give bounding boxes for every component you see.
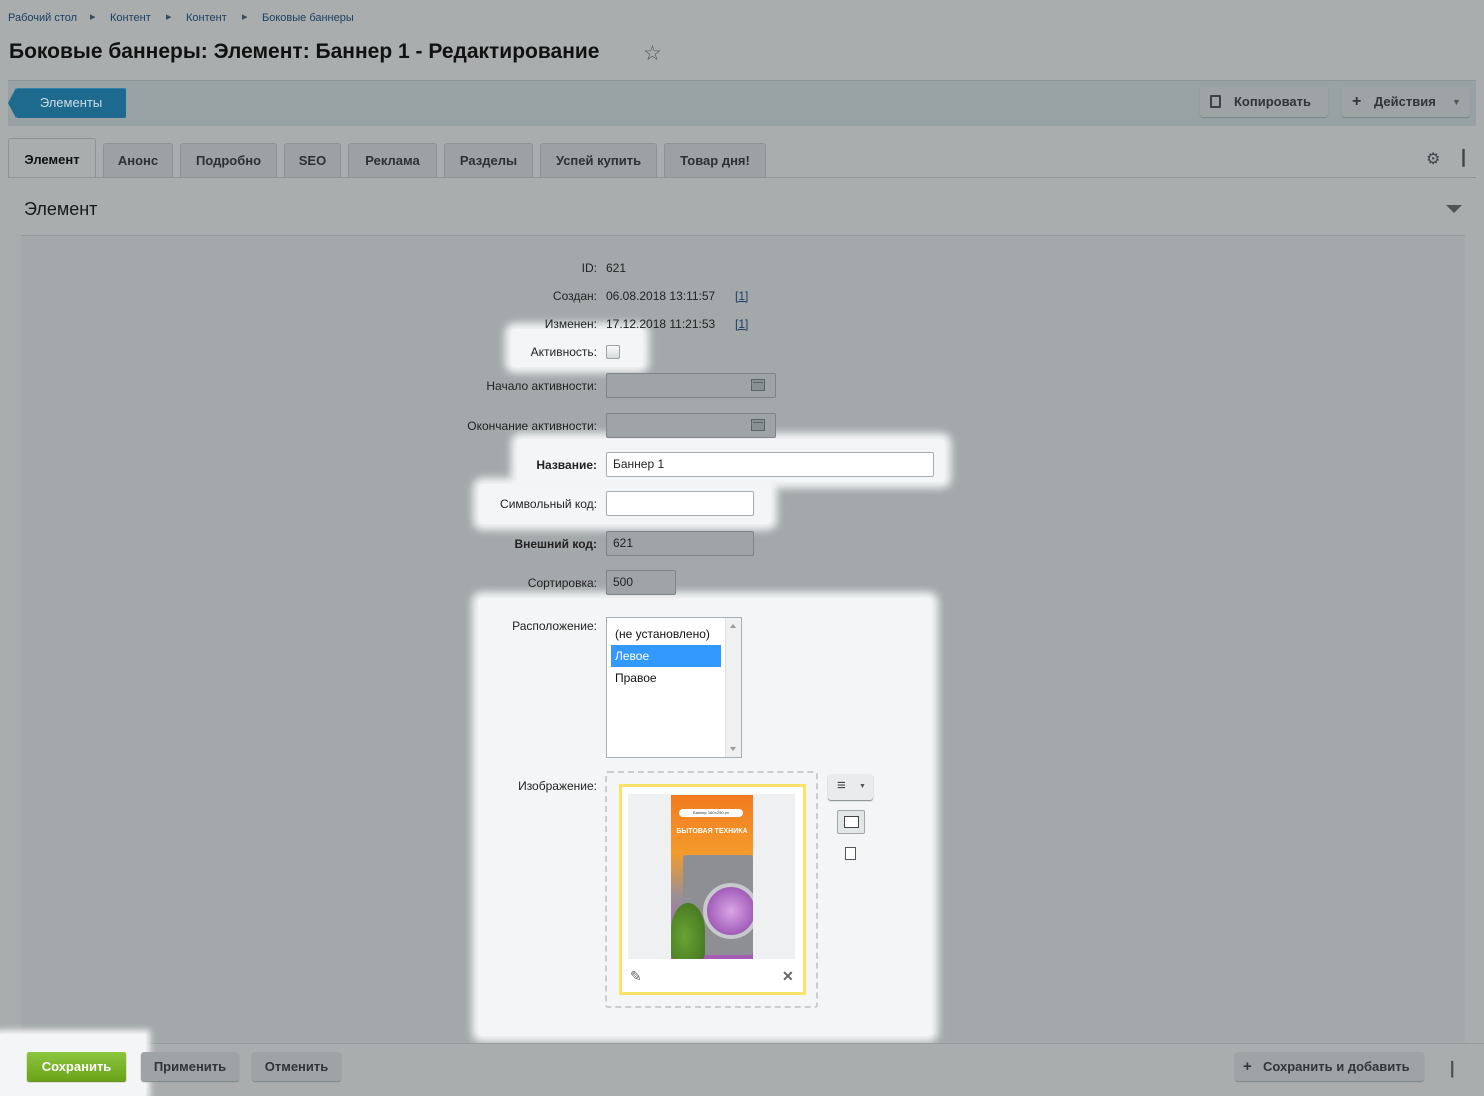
changed-user-link[interactable]: [1]: [735, 317, 748, 331]
banner-headline: БЫТОВАЯ ТЕХНИКА: [676, 828, 748, 835]
save-button[interactable]: Сохранить: [27, 1052, 126, 1081]
created-label: Создан:: [552, 289, 597, 303]
section-title: Элемент: [24, 199, 98, 219]
tab-product-of-day[interactable]: Товар дня!: [664, 143, 766, 177]
position-option[interactable]: (не установлено): [611, 623, 721, 645]
pin-icon[interactable]: ┃: [1448, 1061, 1456, 1078]
page-title: Боковые баннеры: Элемент: Баннер 1 - Ред…: [9, 40, 600, 63]
save-and-add-button[interactable]: + Сохранить и добавить: [1235, 1052, 1424, 1081]
collapse-arrow-icon[interactable]: [1446, 205, 1462, 213]
chevron-down-icon: ▼: [1452, 97, 1461, 107]
scroll-down-icon[interactable]: [730, 747, 736, 751]
pin-icon[interactable]: ┃: [1459, 149, 1468, 167]
xml-id-input[interactable]: 621: [606, 531, 754, 556]
menu-dropdown-button[interactable]: ≡ ▼: [828, 774, 873, 800]
banner-image: Баннер 160×250 px БЫТОВАЯ ТЕХНИКА: [671, 795, 753, 959]
image-label: Изображение:: [518, 779, 597, 793]
gear-icon[interactable]: ⚙: [1426, 149, 1440, 169]
breadcrumb-item[interactable]: Боковые баннеры: [262, 12, 354, 24]
sort-label: Сортировка:: [527, 576, 597, 590]
plant-graphic: [671, 903, 705, 959]
chevron-right-icon: ▸: [90, 11, 96, 23]
active-label: Активность:: [530, 345, 597, 359]
plus-icon: +: [1352, 93, 1362, 110]
drum-graphic: [703, 883, 753, 939]
chevron-right-icon: ▸: [242, 11, 248, 23]
id-value: 621: [606, 261, 627, 275]
copy-button[interactable]: Копировать: [1200, 87, 1328, 117]
save-and-add-label: Сохранить и добавить: [1263, 1059, 1410, 1074]
sort-input[interactable]: 500: [606, 570, 676, 595]
created-user-link[interactable]: [1]: [735, 289, 748, 303]
chevron-right-icon: ▸: [166, 11, 172, 23]
tab-seo[interactable]: SEO: [284, 143, 341, 177]
plus-icon: +: [1243, 1058, 1252, 1075]
close-icon[interactable]: ✕: [782, 968, 794, 985]
banner-tag: Баннер 160×250 px: [679, 809, 743, 817]
scroll-up-icon[interactable]: [730, 624, 736, 628]
star-icon[interactable]: ☆: [643, 41, 662, 66]
pencil-icon[interactable]: ✎: [630, 968, 642, 985]
cancel-button[interactable]: Отменить: [252, 1052, 341, 1081]
scrollbar[interactable]: [725, 618, 741, 757]
name-input[interactable]: Баннер 1: [606, 452, 934, 477]
created-value: 06.08.2018 13:11:57: [606, 289, 716, 303]
breadcrumb-item[interactable]: Рабочий стол: [8, 12, 77, 24]
active-checkbox[interactable]: [606, 345, 620, 359]
tab-hurry-buy[interactable]: Успей купить: [540, 143, 657, 177]
active-to-label: Окончание активности:: [467, 419, 597, 433]
image-upload-button[interactable]: [837, 810, 865, 834]
actions-button[interactable]: + Действия ▼: [1342, 87, 1470, 117]
tab-preview[interactable]: Анонс: [103, 143, 173, 177]
tab-ads[interactable]: Реклама: [348, 143, 437, 177]
position-option[interactable]: Правое: [611, 667, 721, 689]
elements-back-button[interactable]: Элементы: [8, 88, 126, 118]
position-label: Расположение:: [512, 619, 597, 633]
changed-label: Изменен:: [544, 317, 597, 331]
changed-value: 17.12.2018 11:21:53: [606, 317, 716, 331]
active-from-label: Начало активности:: [486, 379, 597, 393]
copy-button-label: Копировать: [1234, 94, 1312, 109]
file-icon[interactable]: [845, 847, 856, 860]
tab-detail[interactable]: Подробно: [180, 143, 277, 177]
id-label: ID:: [581, 261, 597, 275]
breadcrumb-item[interactable]: Контент: [110, 12, 151, 24]
tab-element[interactable]: Элемент: [8, 138, 96, 178]
code-input[interactable]: [606, 491, 754, 516]
actions-button-label: Действия: [1374, 94, 1436, 109]
position-select[interactable]: (не установлено) Левое Правое: [606, 617, 742, 758]
copy-icon: [1210, 95, 1221, 108]
chevron-down-icon: ▼: [859, 783, 866, 790]
apply-button[interactable]: Применить: [141, 1052, 239, 1081]
calendar-icon[interactable]: [751, 419, 765, 431]
image-icon: [844, 816, 859, 828]
xml-id-label: Внешний код:: [514, 537, 597, 551]
tab-sections[interactable]: Разделы: [444, 143, 533, 177]
breadcrumb-item[interactable]: Контент: [186, 12, 227, 24]
menu-icon: ≡: [837, 777, 846, 794]
calendar-icon[interactable]: [751, 379, 765, 391]
position-option-selected[interactable]: Левое: [611, 645, 721, 667]
code-label: Символьный код:: [500, 497, 597, 511]
name-label: Название:: [536, 458, 597, 472]
